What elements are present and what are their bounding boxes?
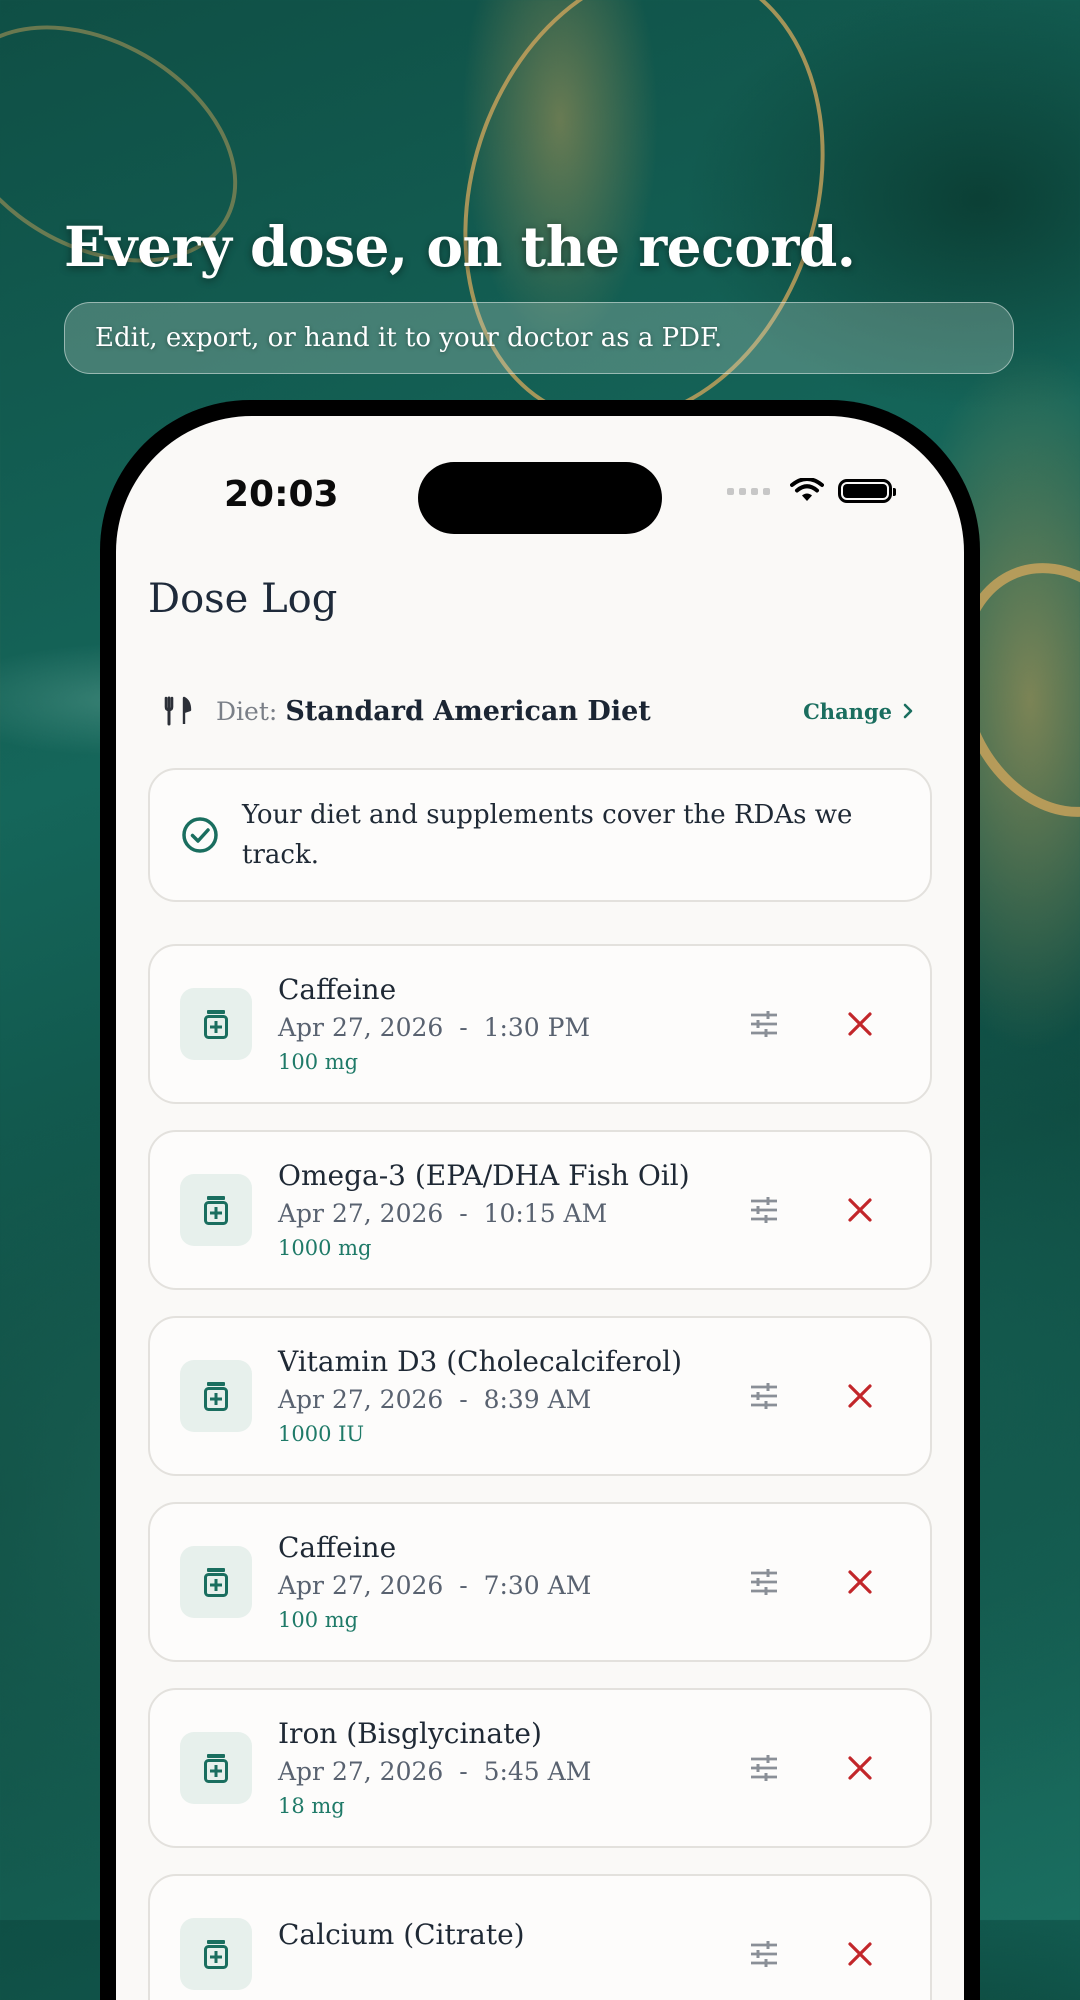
fork-knife-icon: [162, 695, 202, 727]
delete-dose-button[interactable]: [840, 1004, 880, 1044]
edit-dose-button[interactable]: [744, 1934, 784, 1974]
dynamic-island: [418, 462, 662, 534]
dose-info: Iron (Bisglycinate) Apr 27, 2026 - 5:45 …: [278, 1715, 744, 1821]
pill-bottle-icon: [180, 1918, 252, 1990]
delete-dose-button[interactable]: [840, 1934, 880, 1974]
dose-info: Vitamin D3 (Cholecalciferol) Apr 27, 202…: [278, 1343, 744, 1449]
dose-card[interactable]: Calcium (Citrate): [148, 1874, 932, 2000]
sliders-icon: [751, 1941, 777, 1967]
dose-separator: -: [459, 1013, 468, 1042]
dose-amount: 100 mg: [278, 1608, 359, 1632]
close-icon: [848, 1012, 872, 1036]
diet-label: Diet:: [216, 696, 278, 726]
dose-time: 8:39 AM: [483, 1385, 592, 1414]
edit-dose-button[interactable]: [744, 1004, 784, 1044]
pill-bottle-icon: [180, 1360, 252, 1432]
sliders-icon: [751, 1755, 777, 1781]
close-icon: [848, 1570, 872, 1594]
dose-datetime: Apr 27, 2026 - 5:45 AM: [278, 1753, 744, 1791]
dose-time: 5:45 AM: [483, 1757, 592, 1786]
dose-date: Apr 27, 2026: [278, 1385, 444, 1414]
wifi-icon: [790, 478, 824, 501]
dose-separator: -: [459, 1385, 468, 1414]
dose-time: 10:15 AM: [483, 1199, 608, 1228]
delete-dose-button[interactable]: [840, 1562, 880, 1602]
status-bar-time: 20:03: [224, 474, 339, 515]
sliders-icon: [751, 1383, 777, 1409]
dose-name: Vitamin D3 (Cholecalciferol): [278, 1345, 683, 1378]
delete-dose-button[interactable]: [840, 1748, 880, 1788]
dose-name: Caffeine: [278, 973, 397, 1006]
close-icon: [848, 1384, 872, 1408]
phone-screen: 20:03 Dose Log Diet: Standard American D…: [116, 416, 964, 2000]
phone-frame: 20:03 Dose Log Diet: Standard American D…: [100, 400, 980, 2000]
sliders-icon: [751, 1011, 777, 1037]
dose-separator: -: [459, 1199, 468, 1228]
dose-datetime: [278, 1954, 744, 1992]
dose-list: Caffeine Apr 27, 2026 - 1:30 PM 100 mg O…: [148, 944, 932, 2000]
dose-name: Calcium (Citrate): [278, 1918, 525, 1951]
dose-time: 1:30 PM: [483, 1013, 591, 1042]
dose-datetime: Apr 27, 2026 - 7:30 AM: [278, 1567, 744, 1605]
diet-value: Standard American Diet: [285, 695, 651, 727]
dose-card[interactable]: Caffeine Apr 27, 2026 - 1:30 PM 100 mg: [148, 944, 932, 1104]
dose-amount: 100 mg: [278, 1050, 359, 1074]
dose-info: Omega-3 (EPA/DHA Fish Oil) Apr 27, 2026 …: [278, 1157, 744, 1263]
dose-info: Calcium (Citrate): [278, 1916, 744, 1992]
dose-time: 7:30 AM: [483, 1571, 592, 1600]
pill-bottle-icon: [180, 1546, 252, 1618]
dose-date: Apr 27, 2026: [278, 1199, 444, 1228]
battery-icon: [838, 479, 896, 503]
dose-amount: 1000 IU: [278, 1422, 365, 1446]
edit-dose-button[interactable]: [744, 1190, 784, 1230]
change-diet-label: Change: [803, 698, 892, 724]
close-icon: [848, 1942, 872, 1966]
dose-card[interactable]: Omega-3 (EPA/DHA Fish Oil) Apr 27, 2026 …: [148, 1130, 932, 1290]
dose-date: Apr 27, 2026: [278, 1013, 444, 1042]
delete-dose-button[interactable]: [840, 1190, 880, 1230]
check-circle-icon: [182, 817, 218, 853]
cellular-signal-icon: [727, 487, 770, 495]
pill-bottle-icon: [180, 1732, 252, 1804]
diet-row: Diet: Standard American Diet Change: [148, 686, 932, 736]
dose-card[interactable]: Iron (Bisglycinate) Apr 27, 2026 - 5:45 …: [148, 1688, 932, 1848]
dose-datetime: Apr 27, 2026 - 10:15 AM: [278, 1195, 744, 1233]
dose-name: Omega-3 (EPA/DHA Fish Oil): [278, 1159, 690, 1192]
rda-coverage-notice: Your diet and supplements cover the RDAs…: [148, 768, 932, 902]
edit-dose-button[interactable]: [744, 1562, 784, 1602]
marketing-headline: Every dose, on the record.: [64, 214, 856, 279]
sliders-icon: [751, 1197, 777, 1223]
page-title: Dose Log: [148, 576, 338, 622]
dose-info: Caffeine Apr 27, 2026 - 1:30 PM 100 mg: [278, 971, 744, 1077]
dose-datetime: Apr 27, 2026 - 8:39 AM: [278, 1381, 744, 1419]
edit-dose-button[interactable]: [744, 1376, 784, 1416]
close-icon: [848, 1198, 872, 1222]
dose-datetime: Apr 27, 2026 - 1:30 PM: [278, 1009, 744, 1047]
dose-amount: 18 mg: [278, 1794, 345, 1818]
change-diet-button[interactable]: Change: [803, 699, 914, 724]
dose-name: Caffeine: [278, 1531, 397, 1564]
rda-coverage-text: Your diet and supplements cover the RDAs…: [242, 800, 853, 870]
dose-amount: 1000 mg: [278, 1236, 372, 1260]
dose-info: Caffeine Apr 27, 2026 - 7:30 AM 100 mg: [278, 1529, 744, 1635]
close-icon: [848, 1756, 872, 1780]
dose-card[interactable]: Caffeine Apr 27, 2026 - 7:30 AM 100 mg: [148, 1502, 932, 1662]
dose-date: Apr 27, 2026: [278, 1757, 444, 1786]
chevron-right-icon: [903, 703, 913, 719]
marketing-subline: Edit, export, or hand it to your doctor …: [64, 302, 1014, 374]
dose-card[interactable]: Vitamin D3 (Cholecalciferol) Apr 27, 202…: [148, 1316, 932, 1476]
dose-separator: -: [459, 1571, 468, 1600]
marketing-subline-text: Edit, export, or hand it to your doctor …: [95, 323, 723, 353]
delete-dose-button[interactable]: [840, 1376, 880, 1416]
pill-bottle-icon: [180, 988, 252, 1060]
sliders-icon: [751, 1569, 777, 1595]
status-bar-indicators: [727, 478, 896, 504]
pill-bottle-icon: [180, 1174, 252, 1246]
edit-dose-button[interactable]: [744, 1748, 784, 1788]
dose-separator: -: [459, 1757, 468, 1786]
dose-name: Iron (Bisglycinate): [278, 1717, 542, 1750]
dose-date: Apr 27, 2026: [278, 1571, 444, 1600]
